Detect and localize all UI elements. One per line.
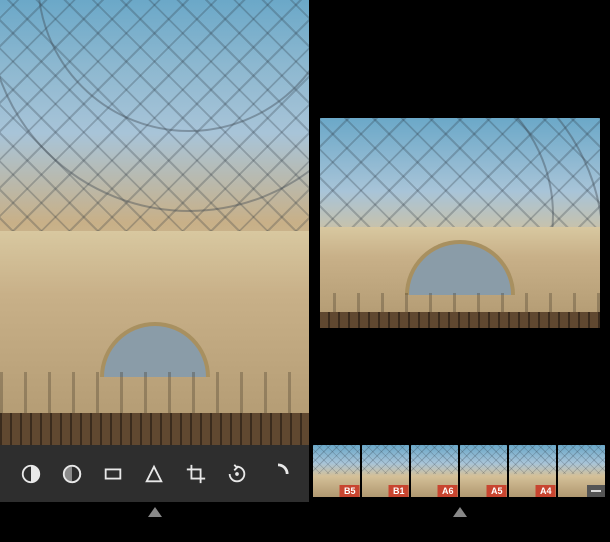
main-image-preview[interactable]	[0, 0, 309, 445]
filter-label: A4	[536, 485, 556, 497]
triangle-up-icon	[453, 507, 467, 517]
rotate-icon[interactable]	[223, 460, 251, 488]
curves-icon[interactable]	[264, 460, 292, 488]
filter-none[interactable]	[558, 445, 605, 497]
filter-b1[interactable]: B1	[362, 445, 409, 497]
crop-icon[interactable]	[182, 460, 210, 488]
preview-image[interactable]	[320, 118, 600, 328]
filter-label: A6	[438, 485, 458, 497]
edit-toolbar	[0, 445, 309, 502]
filter-b5[interactable]: B5	[313, 445, 360, 497]
side-panel: B5 B1 A6 A5 A4	[309, 0, 610, 542]
crop-rect-icon[interactable]	[99, 460, 127, 488]
main-editor-panel	[0, 0, 309, 542]
filter-a6[interactable]: A6	[411, 445, 458, 497]
toolbar-page-indicator	[0, 507, 309, 527]
filter-strip[interactable]: B5 B1 A6 A5 A4	[309, 445, 610, 502]
minus-icon	[587, 485, 605, 497]
preview-container	[309, 0, 610, 445]
filter-label: A5	[487, 485, 507, 497]
brightness-icon[interactable]	[17, 460, 45, 488]
contrast-icon[interactable]	[58, 460, 86, 488]
filter-label: B1	[389, 485, 409, 497]
filter-page-indicator	[309, 502, 610, 542]
filter-a4[interactable]: A4	[509, 445, 556, 497]
filter-a5[interactable]: A5	[460, 445, 507, 497]
filter-label: B5	[340, 485, 360, 497]
triangle-up-icon	[148, 507, 162, 517]
sharpen-icon[interactable]	[140, 460, 168, 488]
